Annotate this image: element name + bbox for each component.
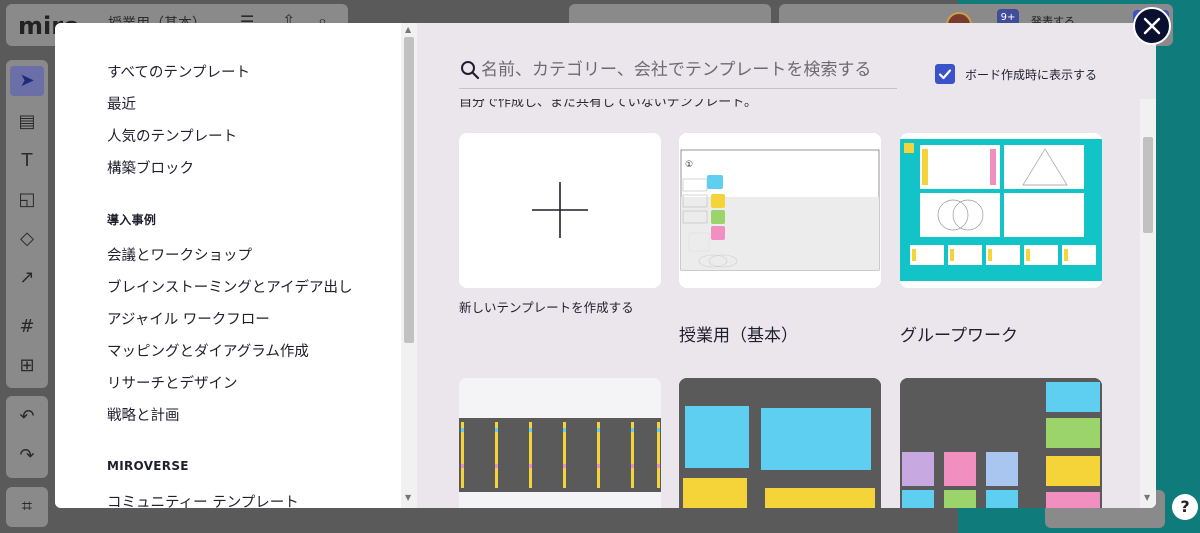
- template-thumbnail: [679, 378, 881, 508]
- sidebar-item-strategy[interactable]: 戦略と計画: [107, 404, 180, 425]
- help-button[interactable]: ?: [1172, 494, 1198, 520]
- sidebar-item-all[interactable]: すべてのテンプレート: [107, 61, 250, 82]
- sidebar-item-mapping[interactable]: マッピングとダイアグラム作成: [107, 340, 309, 361]
- search-input[interactable]: [481, 55, 891, 85]
- template-card-group-work[interactable]: [900, 133, 1102, 288]
- template-label-group-work: グループワーク: [900, 326, 1018, 346]
- frame-icon[interactable]: #: [10, 312, 44, 342]
- sidebar-item-research[interactable]: リサーチとデザイン: [107, 372, 238, 393]
- template-icon[interactable]: ▤: [10, 107, 44, 137]
- show-on-create-checkbox[interactable]: [935, 64, 955, 84]
- sidebar-item-meetings[interactable]: 会議とワークショップ: [107, 244, 252, 265]
- search-icon: [461, 61, 480, 80]
- sidebar-item-agile[interactable]: アジャイル ワークフロー: [107, 308, 270, 329]
- scroll-down-icon[interactable]: ▼: [1144, 493, 1150, 502]
- sidebar-item-building-blocks[interactable]: 構築ブロック: [107, 157, 194, 178]
- text-icon[interactable]: T: [10, 146, 44, 176]
- add-icon[interactable]: ⊞: [10, 351, 44, 381]
- template-thumbnail: ①: [679, 133, 881, 288]
- template-card-row2-1[interactable]: [459, 378, 661, 508]
- template-card-class-basic[interactable]: ①: [679, 133, 881, 288]
- frames-icon[interactable]: ⌗: [10, 492, 44, 522]
- close-modal-button[interactable]: [1133, 7, 1171, 45]
- sidebar-heading-miroverse: MIROVERSE: [107, 459, 189, 473]
- sidebar-scrollbar[interactable]: ▲ ▼: [401, 23, 417, 508]
- plus-icon: [532, 182, 588, 238]
- svg-text:①: ①: [685, 160, 693, 170]
- pen-icon[interactable]: ↗: [10, 263, 44, 293]
- template-card-row2-3[interactable]: [900, 378, 1102, 508]
- sidebar-heading-use-cases: 導入事例: [107, 213, 157, 227]
- template-thumbnail: [900, 139, 1102, 281]
- template-card-row2-2[interactable]: [679, 378, 881, 508]
- select-icon[interactable]: ➤: [10, 66, 44, 96]
- template-thumbnail: [459, 378, 661, 508]
- sidebar-item-community[interactable]: コミュニティー テンプレート: [107, 491, 299, 508]
- scroll-up-icon[interactable]: ▲: [405, 25, 411, 34]
- scroll-down-icon[interactable]: ▼: [405, 493, 411, 502]
- create-template-label: 新しいテンプレートを作成する: [459, 300, 634, 315]
- redo-icon[interactable]: ↷: [10, 441, 44, 471]
- close-icon: [1143, 17, 1161, 35]
- gallery-scrollbar[interactable]: ▼: [1140, 99, 1156, 508]
- gallery-scroll-thumb[interactable]: [1143, 137, 1153, 233]
- template-picker-modal: すべてのテンプレート 最近 人気のテンプレート 構築ブロック 導入事例 会議とワ…: [55, 23, 1156, 508]
- sidebar-item-popular[interactable]: 人気のテンプレート: [107, 125, 237, 146]
- checkmark-icon: [938, 69, 952, 80]
- section-description: 自分で作成し、まだ共有していないテンプレート。: [459, 95, 757, 110]
- sidebar-item-brainstorming[interactable]: ブレインストーミングとアイデア出し: [107, 276, 352, 297]
- template-search: [459, 53, 897, 89]
- show-on-create-label: ボード作成時に表示する: [965, 68, 1098, 82]
- template-thumbnail: [900, 378, 1102, 508]
- sidebar-item-recent[interactable]: 最近: [107, 93, 136, 114]
- template-sidebar: すべてのテンプレート 最近 人気のテンプレート 構築ブロック 導入事例 会議とワ…: [55, 23, 417, 508]
- create-template-card[interactable]: [459, 133, 661, 288]
- shapes-icon[interactable]: ◇: [10, 224, 44, 254]
- undo-icon[interactable]: ↶: [10, 402, 44, 432]
- template-gallery: 自分で作成し、まだ共有していないテンプレート。 ボード作成時に表示する 新しいテ…: [417, 23, 1156, 508]
- sticky-note-icon[interactable]: ◱: [10, 185, 44, 215]
- sidebar-scroll-thumb[interactable]: [404, 37, 414, 343]
- template-label-class-basic: 授業用（基本）: [679, 326, 798, 346]
